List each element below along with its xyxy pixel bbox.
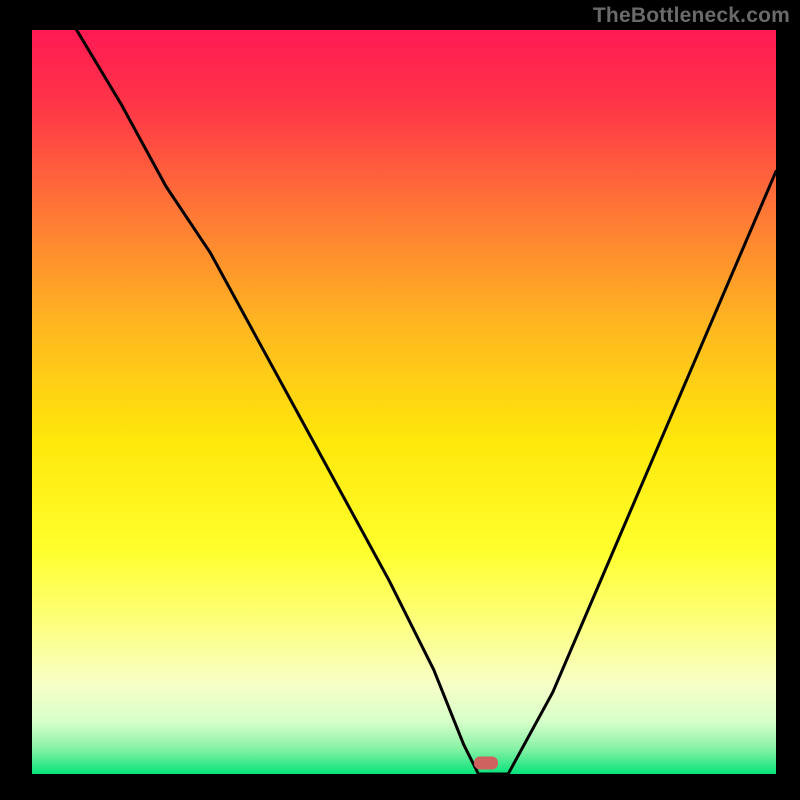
plot-area <box>32 30 776 774</box>
watermark-text: TheBottleneck.com <box>593 4 790 28</box>
plot-outer <box>32 30 776 774</box>
chart-frame: TheBottleneck.com <box>0 0 800 800</box>
optimal-point-marker <box>474 756 498 769</box>
bottleneck-curve <box>32 30 776 774</box>
